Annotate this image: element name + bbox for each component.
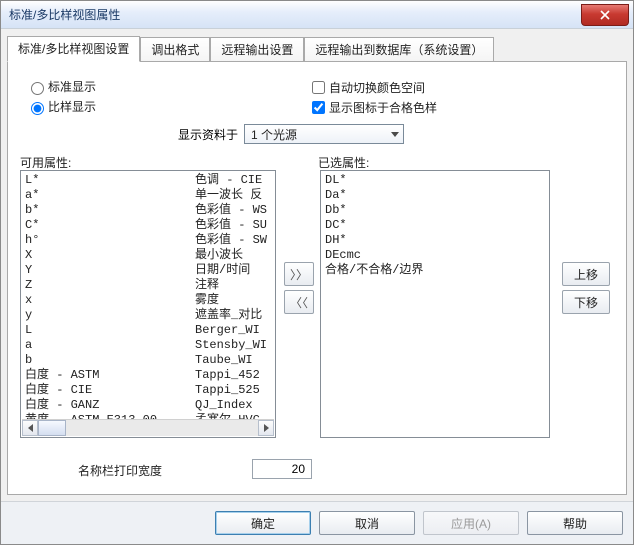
list-item[interactable]: Db* — [325, 203, 545, 218]
check-row-autocolor[interactable]: 自动切换颜色空间 — [308, 78, 425, 97]
compare-display-radio[interactable] — [31, 102, 44, 115]
ok-button[interactable]: 确定 — [215, 511, 311, 535]
selected-label: 已选属性: — [318, 154, 369, 171]
list-item[interactable]: 白度 - GANZ — [25, 398, 195, 413]
list-item[interactable]: 注释 — [195, 278, 267, 293]
print-width-label: 名称栏打印宽度 — [78, 462, 162, 479]
list-item[interactable]: Tappi_452 — [195, 368, 267, 383]
scroll-right-icon[interactable] — [258, 420, 274, 436]
pass-icon-label: 显示图标于合格色样 — [329, 99, 437, 116]
list-item[interactable]: 白度 - ASTM — [25, 368, 195, 383]
titlebar: 标准/多比样视图属性 — [1, 1, 633, 29]
list-item[interactable]: L — [25, 323, 195, 338]
standard-display-label: 标准显示 — [48, 78, 96, 95]
tab-view-settings[interactable]: 标准/多比样视图设置 — [7, 36, 140, 62]
list-item[interactable]: 单一波长 反 — [195, 188, 267, 203]
list-item[interactable]: 色彩值 - SU — [195, 218, 267, 233]
light-source-select[interactable]: 1 个光源 — [244, 124, 404, 144]
move-up-button[interactable]: 上移 — [562, 262, 610, 286]
tab-row: 标准/多比样视图设置 调出格式 远程输出设置 远程输出到数据库（系统设置） — [1, 29, 633, 61]
light-source-value: 1 个光源 — [251, 126, 297, 143]
available-listbox[interactable]: L*a*b*C*h°XYZxyLab白度 - ASTM白度 - CIE白度 - … — [20, 170, 276, 438]
scroll-thumb[interactable] — [38, 420, 66, 436]
list-item[interactable]: 最小波长 — [195, 248, 267, 263]
list-item[interactable]: 白度 - CIE — [25, 383, 195, 398]
list-item[interactable]: C* — [25, 218, 195, 233]
list-item[interactable]: b — [25, 353, 195, 368]
move-down-button[interactable]: 下移 — [562, 290, 610, 314]
print-width-input[interactable] — [252, 459, 312, 479]
list-item[interactable]: 合格/不合格/边界 — [325, 263, 545, 278]
list-item[interactable]: Da* — [325, 188, 545, 203]
list-item[interactable]: 色彩值 - SW — [195, 233, 267, 248]
list-item[interactable]: Tappi_525 — [195, 383, 267, 398]
radio-row-compare[interactable]: 比样显示 — [26, 98, 96, 115]
remove-from-selected-button[interactable]: 〈〈 — [284, 290, 314, 314]
show-data-label: 显示资料于 — [178, 126, 238, 143]
tab-export-format[interactable]: 调出格式 — [140, 37, 210, 62]
tab-panel: 标准显示 比样显示 自动切换颜色空间 显示图标于合格色样 显示资料于 1 个光源… — [7, 61, 627, 495]
check-row-passicon[interactable]: 显示图标于合格色样 — [308, 98, 437, 117]
available-label: 可用属性: — [20, 154, 71, 171]
list-item[interactable]: Z — [25, 278, 195, 293]
chevron-down-icon — [391, 132, 399, 137]
scroll-left-icon[interactable] — [22, 420, 38, 436]
window-title: 标准/多比样视图属性 — [9, 6, 120, 23]
auto-color-checkbox[interactable] — [312, 81, 325, 94]
list-item[interactable]: y — [25, 308, 195, 323]
list-item[interactable]: QJ_Index — [195, 398, 267, 413]
show-data-row: 显示资料于 1 个光源 — [178, 124, 404, 144]
compare-display-label: 比样显示 — [48, 98, 96, 115]
list-item[interactable]: DC* — [325, 218, 545, 233]
help-button[interactable]: 帮助 — [527, 511, 623, 535]
list-item[interactable]: Taube_WI — [195, 353, 267, 368]
list-item[interactable]: x — [25, 293, 195, 308]
selected-listbox[interactable]: DL*Da*Db*DC*DH*DEcmc合格/不合格/边界 — [320, 170, 550, 438]
apply-button[interactable]: 应用(A) — [423, 511, 519, 535]
cancel-button[interactable]: 取消 — [319, 511, 415, 535]
close-icon[interactable] — [581, 4, 629, 26]
list-item[interactable]: Berger_WI — [195, 323, 267, 338]
dialog-window: 标准/多比样视图属性 标准/多比样视图设置 调出格式 远程输出设置 远程输出到数… — [0, 0, 634, 545]
list-item[interactable]: DL* — [325, 173, 545, 188]
radio-row-standard[interactable]: 标准显示 — [26, 78, 96, 95]
list-item[interactable]: a — [25, 338, 195, 353]
list-item[interactable]: 日期/时间 — [195, 263, 267, 278]
tab-remote-output[interactable]: 远程输出设置 — [210, 37, 304, 62]
list-item[interactable]: DH* — [325, 233, 545, 248]
dialog-footer: 确定 取消 应用(A) 帮助 — [1, 501, 633, 544]
list-item[interactable]: 雾度 — [195, 293, 267, 308]
list-item[interactable]: 色调 - CIE — [195, 173, 267, 188]
list-item[interactable]: X — [25, 248, 195, 263]
list-item[interactable]: h° — [25, 233, 195, 248]
add-to-selected-button[interactable]: 〉〉 — [284, 262, 314, 286]
list-item[interactable]: DEcmc — [325, 248, 545, 263]
standard-display-radio[interactable] — [31, 82, 44, 95]
tab-remote-db[interactable]: 远程输出到数据库（系统设置） — [304, 37, 494, 62]
pass-icon-checkbox[interactable] — [312, 101, 325, 114]
list-item[interactable]: Stensby_WI — [195, 338, 267, 353]
list-item[interactable]: 色彩值 - WS — [195, 203, 267, 218]
list-item[interactable]: L* — [25, 173, 195, 188]
auto-color-label: 自动切换颜色空间 — [329, 79, 425, 96]
list-item[interactable]: 遮盖率_对比 — [195, 308, 267, 323]
available-hscrollbar[interactable] — [22, 419, 274, 436]
list-item[interactable]: a* — [25, 188, 195, 203]
list-item[interactable]: Y — [25, 263, 195, 278]
list-item[interactable]: b* — [25, 203, 195, 218]
